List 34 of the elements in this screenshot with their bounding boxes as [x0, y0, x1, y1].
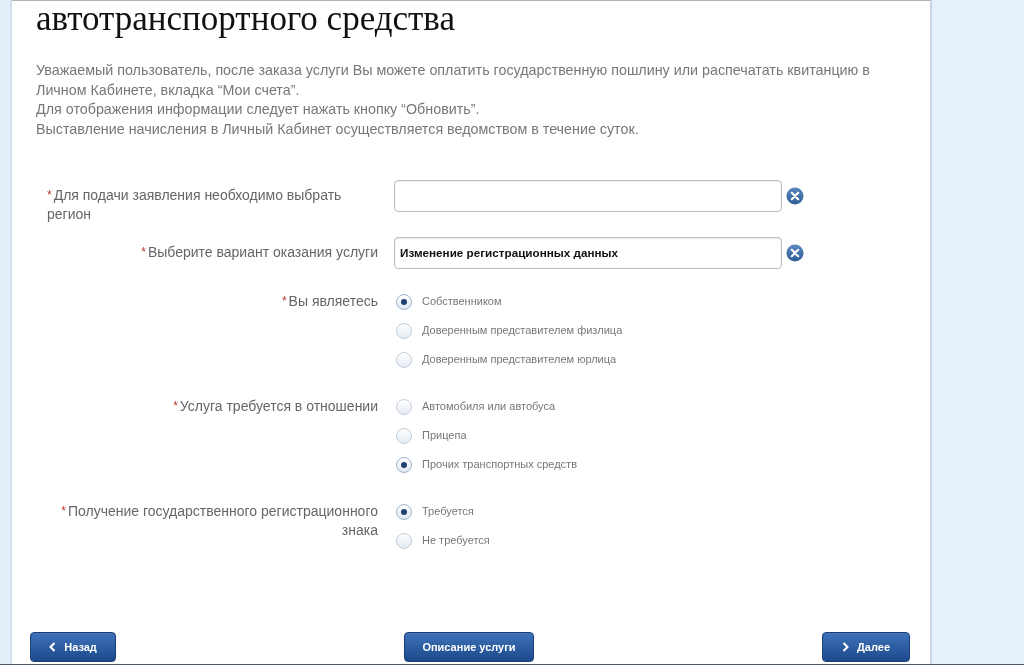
radio-label[interactable]: Требуется [422, 503, 474, 520]
radio-label[interactable]: Доверенным представителем физлица [422, 322, 623, 339]
back-button[interactable]: Назад [30, 632, 116, 662]
select-field[interactable] [394, 180, 782, 212]
radio-label[interactable]: Прочих транспортных средств [422, 456, 577, 473]
radio-label[interactable]: Автомобиля или автобуса [422, 398, 556, 415]
notice-text: Выставление начисления в Личный Кабинет осуществляется ведомством в течение суток. [36, 119, 640, 139]
field-label: *Услуга требуется в отношении [173, 398, 378, 414]
notice-text: Для отображения информации следует нажать кнопку “Обновить”. [36, 100, 481, 119]
radio-button[interactable] [396, 532, 412, 549]
radio-label[interactable]: Прицепа [422, 427, 467, 444]
radio-label[interactable]: Доверенным представителем юрлица [422, 351, 617, 368]
service-description-button[interactable]: Описание услуги [404, 632, 534, 662]
radio-label[interactable]: Собственником [422, 293, 502, 310]
chevron-left-icon [49, 642, 57, 652]
field-label: *Для подачи заявления необходимо выбрать регион [47, 187, 342, 222]
radio-button[interactable] [396, 293, 412, 310]
radio-button[interactable] [396, 398, 412, 415]
radio-button[interactable] [396, 427, 412, 444]
radio-button[interactable] [396, 351, 412, 368]
radio-label[interactable]: Не требуется [422, 532, 490, 549]
select-field[interactable]: Изменение регистрационных данных [394, 237, 782, 269]
notice-text: Уважаемый пользователь, после заказа услуги Вы можете оплатить государственную пошлину или распечатать квитанцию в Личном Кабинете, вкладка “Мои счета”. [36, 61, 871, 100]
chevron-right-icon [841, 642, 849, 652]
clear-icon[interactable] [786, 187, 804, 205]
page-heading: автотранспортного средства [36, 1, 455, 37]
radio-button[interactable] [396, 503, 412, 520]
radio-button[interactable] [396, 322, 412, 339]
field-label: *Вы являетесь [281, 293, 378, 309]
field-label: *Получение государственного регистрационного знака [61, 503, 378, 538]
clear-icon[interactable] [786, 244, 804, 262]
field-label: *Выберите вариант оказания услуги [141, 244, 378, 260]
radio-button[interactable] [396, 456, 412, 473]
next-button[interactable]: Далее [822, 632, 910, 662]
